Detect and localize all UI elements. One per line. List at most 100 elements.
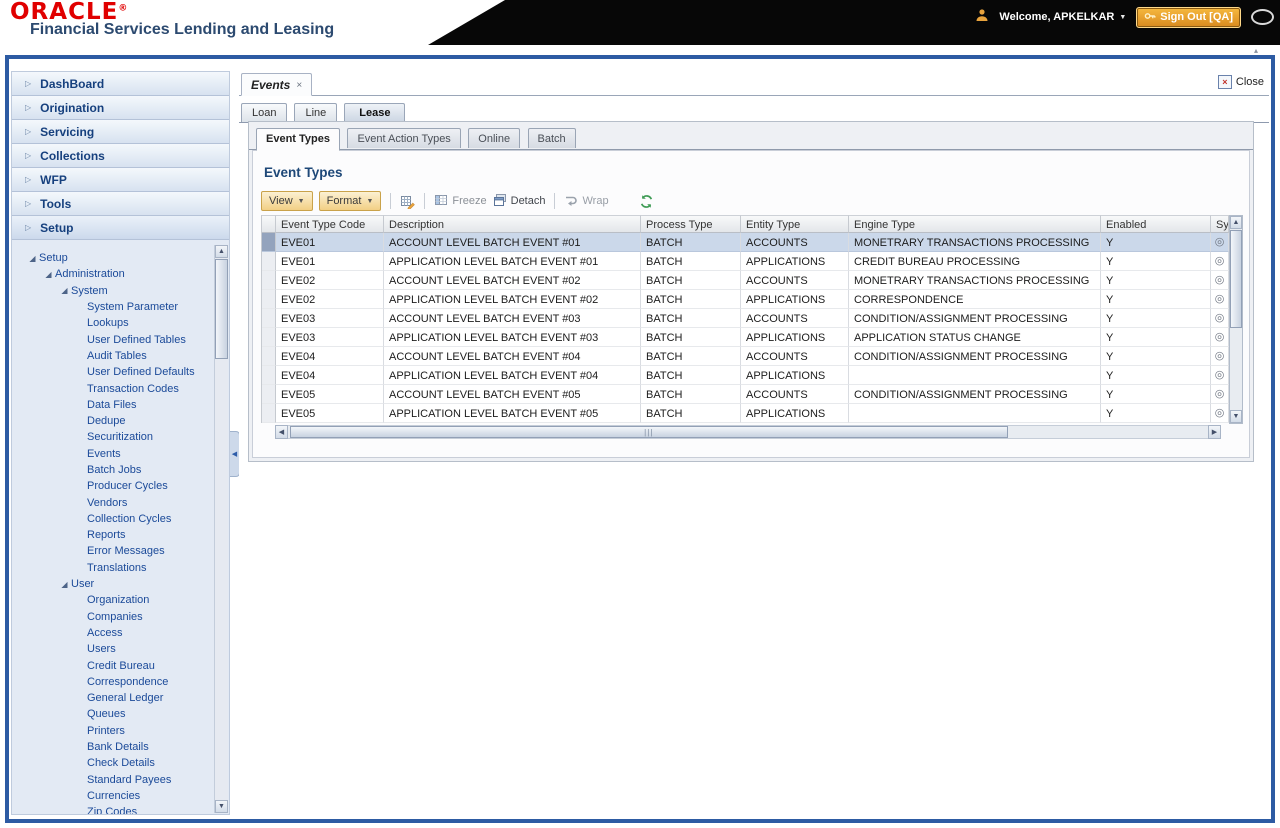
cell-process-type[interactable]: BATCH [641, 290, 741, 309]
tab-online[interactable]: Online [468, 128, 521, 148]
cell-engine-type[interactable] [849, 366, 1101, 385]
cell-event-type-code[interactable]: EVE03 [276, 328, 384, 347]
cell-process-type[interactable]: BATCH [641, 271, 741, 290]
tree-item[interactable]: Dedupe [12, 413, 213, 429]
tree-item[interactable]: Audit Tables [12, 348, 213, 364]
tree-item[interactable]: ◢ User [12, 576, 213, 592]
cell-description[interactable]: APPLICATION LEVEL BATCH EVENT #03 [384, 328, 641, 347]
system-radio-icon[interactable]: ◎ [1215, 254, 1225, 268]
scrollbar-thumb[interactable] [1230, 230, 1242, 328]
cell-engine-type[interactable]: CREDIT BUREAU PROCESSING [849, 252, 1101, 271]
freeze-button[interactable]: Freeze [434, 193, 487, 210]
tree-item[interactable]: System Parameter [12, 299, 213, 315]
system-radio-icon[interactable]: ◎ [1215, 311, 1225, 325]
welcome-menu[interactable]: Welcome, APKELKAR ▼ [999, 11, 1126, 23]
accordion-item[interactable]: ▷ Tools [12, 192, 229, 216]
tree-item[interactable]: Currencies [12, 788, 213, 804]
cell-entity-type[interactable]: ACCOUNTS [741, 271, 849, 290]
cell-event-type-code[interactable]: EVE02 [276, 271, 384, 290]
cell-entity-type[interactable]: ACCOUNTS [741, 309, 849, 328]
tree-item[interactable]: Vendors [12, 494, 213, 510]
tree-item[interactable]: User Defined Defaults [12, 364, 213, 380]
cell-event-type-code[interactable]: EVE04 [276, 347, 384, 366]
cell-enabled[interactable]: Y [1101, 290, 1211, 309]
export-to-excel-button[interactable] [400, 194, 416, 209]
cell-engine-type[interactable]: CORRESPONDENCE [849, 290, 1101, 309]
cell-entity-type[interactable]: ACCOUNTS [741, 347, 849, 366]
cell-enabled[interactable]: Y [1101, 347, 1211, 366]
accordion-item[interactable]: ▷ Servicing [12, 120, 229, 144]
tab-loan[interactable]: Loan [241, 103, 288, 122]
cell-description[interactable]: ACCOUNT LEVEL BATCH EVENT #05 [384, 385, 641, 404]
cell-enabled[interactable]: Y [1101, 252, 1211, 271]
tree-item[interactable]: Companies [12, 609, 213, 625]
system-radio-icon[interactable]: ◎ [1215, 349, 1225, 363]
row-gutter-cell[interactable] [262, 385, 276, 404]
tree-expand-icon[interactable]: ◢ [58, 580, 71, 589]
cell-description[interactable]: APPLICATION LEVEL BATCH EVENT #01 [384, 252, 641, 271]
cell-enabled[interactable]: Y [1101, 271, 1211, 290]
cell-process-type[interactable]: BATCH [641, 233, 741, 252]
tree-item[interactable]: Reports [12, 527, 213, 543]
accordion-item[interactable]: ▷ Origination [12, 96, 229, 120]
tab-close-icon[interactable]: × [296, 80, 302, 91]
cell-enabled[interactable]: Y [1101, 404, 1211, 423]
table-row[interactable]: EVE05 APPLICATION LEVEL BATCH EVENT #05 … [262, 404, 1229, 423]
table-row[interactable]: EVE03 APPLICATION LEVEL BATCH EVENT #03 … [262, 328, 1229, 347]
header-event-type-code[interactable]: Event Type Code [276, 215, 384, 233]
scroll-down-button[interactable]: ▼ [215, 800, 228, 813]
cell-entity-type[interactable]: APPLICATIONS [741, 252, 849, 271]
table-row[interactable]: EVE05 ACCOUNT LEVEL BATCH EVENT #05 BATC… [262, 385, 1229, 404]
cell-process-type[interactable]: BATCH [641, 385, 741, 404]
cell-event-type-code[interactable]: EVE03 [276, 309, 384, 328]
cell-description[interactable]: ACCOUNT LEVEL BATCH EVENT #03 [384, 309, 641, 328]
scroll-up-button[interactable]: ▲ [1230, 216, 1242, 229]
tree-item[interactable]: ◢ System [12, 283, 213, 299]
tree-item[interactable]: Check Details [12, 755, 213, 771]
cell-description[interactable]: ACCOUNT LEVEL BATCH EVENT #04 [384, 347, 641, 366]
cell-event-type-code[interactable]: EVE01 [276, 252, 384, 271]
row-gutter-cell[interactable] [262, 404, 276, 423]
tree-item[interactable]: ◢ Administration [12, 266, 213, 282]
cell-process-type[interactable]: BATCH [641, 309, 741, 328]
tree-item[interactable]: Batch Jobs [12, 462, 213, 478]
tree-item[interactable]: Securitization [12, 429, 213, 445]
table-row[interactable]: EVE02 ACCOUNT LEVEL BATCH EVENT #02 BATC… [262, 271, 1229, 290]
scrollbar-track[interactable]: ||| [288, 425, 1208, 439]
tree-expand-icon[interactable]: ◢ [26, 254, 39, 263]
table-row[interactable]: EVE01 APPLICATION LEVEL BATCH EVENT #01 … [262, 252, 1229, 271]
cell-description[interactable]: APPLICATION LEVEL BATCH EVENT #02 [384, 290, 641, 309]
cell-engine-type[interactable]: CONDITION/ASSIGNMENT PROCESSING [849, 347, 1101, 366]
row-gutter-cell[interactable] [262, 271, 276, 290]
tree-item[interactable]: Producer Cycles [12, 478, 213, 494]
tree-item[interactable]: Bank Details [12, 739, 213, 755]
cell-description[interactable]: APPLICATION LEVEL BATCH EVENT #05 [384, 404, 641, 423]
tab-line[interactable]: Line [294, 103, 338, 122]
tab-event-types[interactable]: Event Types [256, 128, 340, 151]
cell-engine-type[interactable]: APPLICATION STATUS CHANGE [849, 328, 1101, 347]
tree-item[interactable]: Translations [12, 560, 213, 576]
top-splitter-collapse-icon[interactable]: ▴ [1254, 46, 1258, 55]
cell-engine-type[interactable]: CONDITION/ASSIGNMENT PROCESSING [849, 385, 1101, 404]
accordion-item[interactable]: ▷ WFP [12, 168, 229, 192]
cell-enabled[interactable]: Y [1101, 233, 1211, 252]
row-gutter-cell[interactable] [262, 252, 276, 271]
cell-process-type[interactable]: BATCH [641, 252, 741, 271]
wrap-button[interactable]: Wrap [564, 193, 609, 210]
scroll-right-button[interactable]: ▶ [1208, 425, 1221, 439]
cell-entity-type[interactable]: APPLICATIONS [741, 404, 849, 423]
cell-event-type-code[interactable]: EVE05 [276, 404, 384, 423]
scroll-down-button[interactable]: ▼ [1230, 410, 1242, 423]
table-row[interactable]: EVE03 ACCOUNT LEVEL BATCH EVENT #03 BATC… [262, 309, 1229, 328]
system-radio-icon[interactable]: ◎ [1215, 235, 1225, 249]
header-process-type[interactable]: Process Type [641, 215, 741, 233]
header-engine-type[interactable]: Engine Type [849, 215, 1101, 233]
sign-out-button[interactable]: Sign Out [QA] [1136, 6, 1241, 28]
cell-entity-type[interactable]: APPLICATIONS [741, 290, 849, 309]
tree-item[interactable]: General Ledger [12, 690, 213, 706]
table-row[interactable]: EVE04 ACCOUNT LEVEL BATCH EVENT #04 BATC… [262, 347, 1229, 366]
tab-lease[interactable]: Lease [344, 103, 406, 122]
tree-item[interactable]: Error Messages [12, 543, 213, 559]
cell-event-type-code[interactable]: EVE02 [276, 290, 384, 309]
tree-item[interactable]: ◢ Setup [12, 250, 213, 266]
